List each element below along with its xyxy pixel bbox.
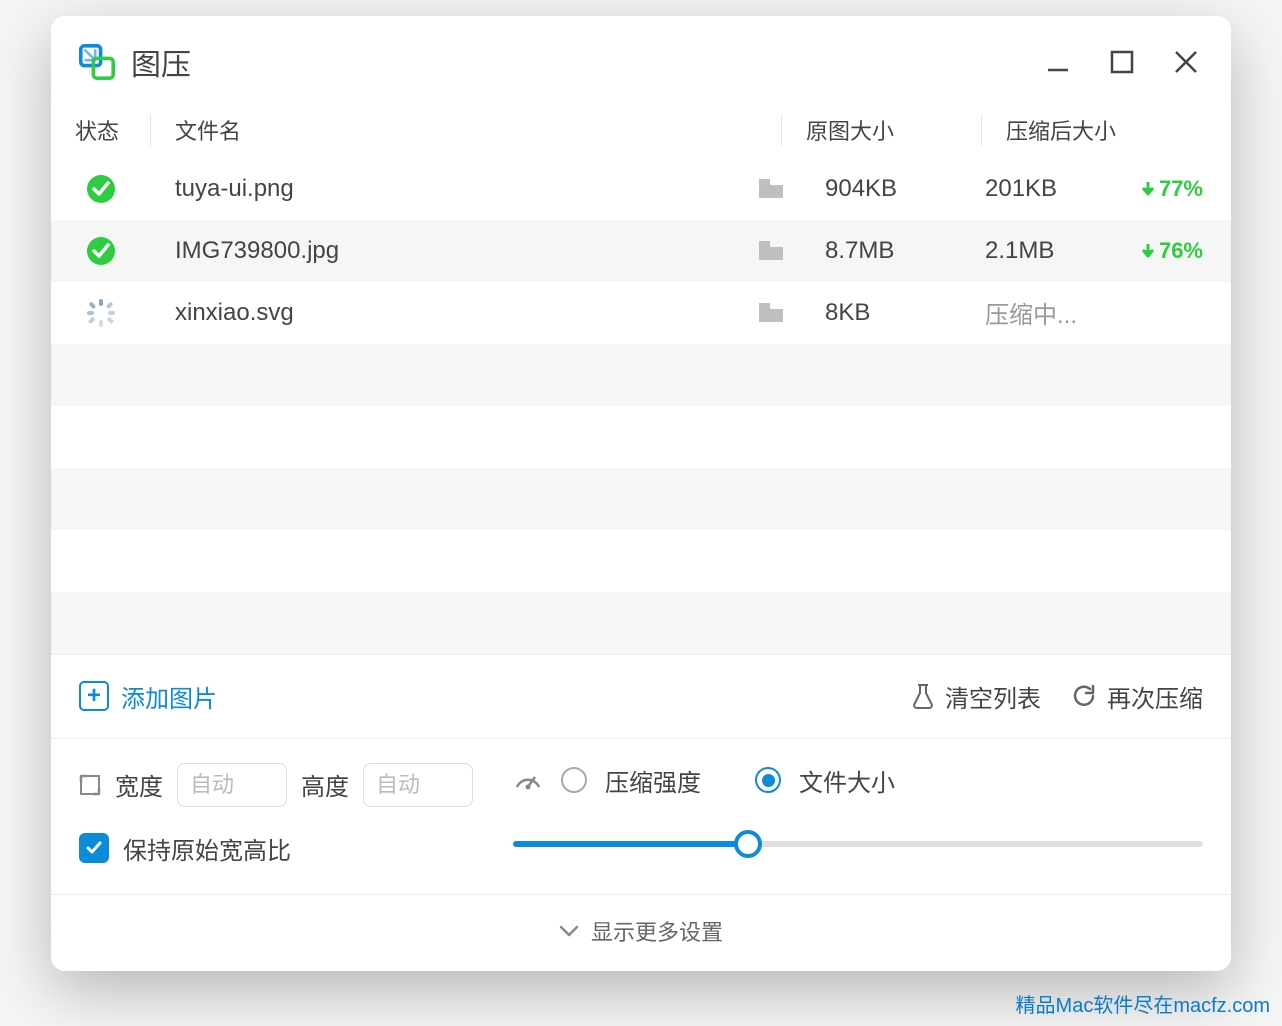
keep-aspect-checkbox[interactable]: 保持原始宽高比	[79, 831, 473, 866]
table-header: 状态 文件名 原图大小 压缩后大小	[51, 102, 1231, 158]
checkbox-checked-icon	[79, 833, 109, 863]
arrow-down-icon	[1139, 242, 1157, 260]
file-size-radio[interactable]	[755, 767, 781, 793]
reduction-cell: 76%	[1131, 238, 1231, 264]
window-controls	[1041, 45, 1203, 79]
column-original-size: 原图大小	[781, 114, 981, 146]
slider-thumb[interactable]	[734, 830, 762, 858]
table-row[interactable]: tuya-ui.png 904KB 201KB 77%	[51, 158, 1231, 220]
keep-aspect-label: 保持原始宽高比	[123, 831, 291, 866]
watermark-text: 精品Mac软件尽在macfz.com	[1016, 989, 1270, 1018]
empty-row	[51, 530, 1231, 592]
file-size-label: 文件大小	[799, 763, 895, 798]
filename-cell: IMG739800.jpg	[151, 237, 741, 265]
toolbar: + 添加图片 清空列表 再次压缩	[51, 654, 1231, 738]
width-label: 宽度	[115, 767, 163, 802]
column-filename: 文件名	[151, 114, 781, 146]
recompress-label: 再次压缩	[1107, 679, 1203, 714]
open-folder-button[interactable]	[741, 239, 801, 263]
recompress-button[interactable]: 再次压缩	[1071, 679, 1203, 714]
empty-row	[51, 592, 1231, 654]
compress-strength-radio[interactable]	[561, 767, 587, 793]
chevron-down-icon	[559, 924, 579, 938]
reduction-percent: 76%	[1159, 238, 1203, 264]
maximize-icon	[1109, 49, 1135, 75]
empty-row	[51, 344, 1231, 406]
success-icon	[86, 174, 116, 204]
compressed-size-cell: 201KB	[961, 175, 1131, 203]
compress-strength-label: 压缩强度	[605, 763, 701, 798]
success-icon	[86, 236, 116, 266]
plus-icon: +	[79, 681, 109, 711]
filename-cell: tuya-ui.png	[151, 175, 741, 203]
app-logo-icon	[79, 44, 115, 80]
open-folder-button[interactable]	[741, 301, 801, 325]
app-title: 图压	[131, 40, 1041, 84]
gauge-icon	[513, 765, 543, 795]
width-input[interactable]	[177, 763, 287, 807]
folder-icon	[757, 177, 785, 201]
minimize-button[interactable]	[1041, 45, 1075, 79]
reduction-percent: 77%	[1159, 176, 1203, 202]
original-size-cell: 904KB	[801, 175, 961, 203]
height-label: 高度	[301, 767, 349, 802]
status-cell	[51, 236, 151, 266]
slider-fill	[513, 841, 748, 847]
expand-icon	[79, 774, 101, 796]
maximize-button[interactable]	[1105, 45, 1139, 79]
folder-icon	[757, 301, 785, 325]
clear-list-button[interactable]: 清空列表	[911, 679, 1041, 714]
titlebar: 图压	[51, 16, 1231, 102]
status-cell	[51, 174, 151, 204]
app-window: 图压 状态 文件名 原图大小 压缩后大小 tuya-ui.png	[51, 16, 1231, 971]
arrow-down-icon	[1139, 180, 1157, 198]
original-size-cell: 8.7MB	[801, 237, 961, 265]
compression-panel: 压缩强度 文件大小	[513, 763, 1203, 866]
clear-list-label: 清空列表	[945, 679, 1041, 714]
refresh-icon	[1071, 683, 1097, 709]
dimensions-panel: 宽度 高度 保持原始宽高比	[79, 763, 473, 866]
table-row[interactable]: IMG739800.jpg 8.7MB 2.1MB 76%	[51, 220, 1231, 282]
settings-panel: 宽度 高度 保持原始宽高比 压缩强度 文件大小	[51, 738, 1231, 894]
filename-cell: xinxiao.svg	[151, 299, 741, 327]
show-more-settings-button[interactable]: 显示更多设置	[51, 894, 1231, 971]
reduction-cell: 77%	[1131, 176, 1231, 202]
folder-icon	[757, 239, 785, 263]
file-list: tuya-ui.png 904KB 201KB 77% IMG739800.jp…	[51, 158, 1231, 654]
column-compressed-size: 压缩后大小	[981, 114, 1231, 146]
empty-row	[51, 406, 1231, 468]
close-button[interactable]	[1169, 45, 1203, 79]
flask-icon	[911, 682, 935, 710]
open-folder-button[interactable]	[741, 177, 801, 201]
loading-spinner-icon	[86, 298, 116, 328]
column-status: 状态	[51, 114, 151, 146]
compressed-size-cell: 压缩中...	[961, 295, 1131, 330]
height-input[interactable]	[363, 763, 473, 807]
size-slider[interactable]	[513, 828, 1203, 860]
add-image-button[interactable]: + 添加图片	[79, 679, 217, 714]
original-size-cell: 8KB	[801, 299, 961, 327]
compressed-size-cell: 2.1MB	[961, 237, 1131, 265]
empty-row	[51, 468, 1231, 530]
add-image-label: 添加图片	[121, 679, 217, 714]
status-cell	[51, 298, 151, 328]
close-icon	[1172, 48, 1200, 76]
show-more-label: 显示更多设置	[591, 915, 723, 947]
minimize-icon	[1044, 48, 1072, 76]
table-row[interactable]: xinxiao.svg 8KB 压缩中...	[51, 282, 1231, 344]
